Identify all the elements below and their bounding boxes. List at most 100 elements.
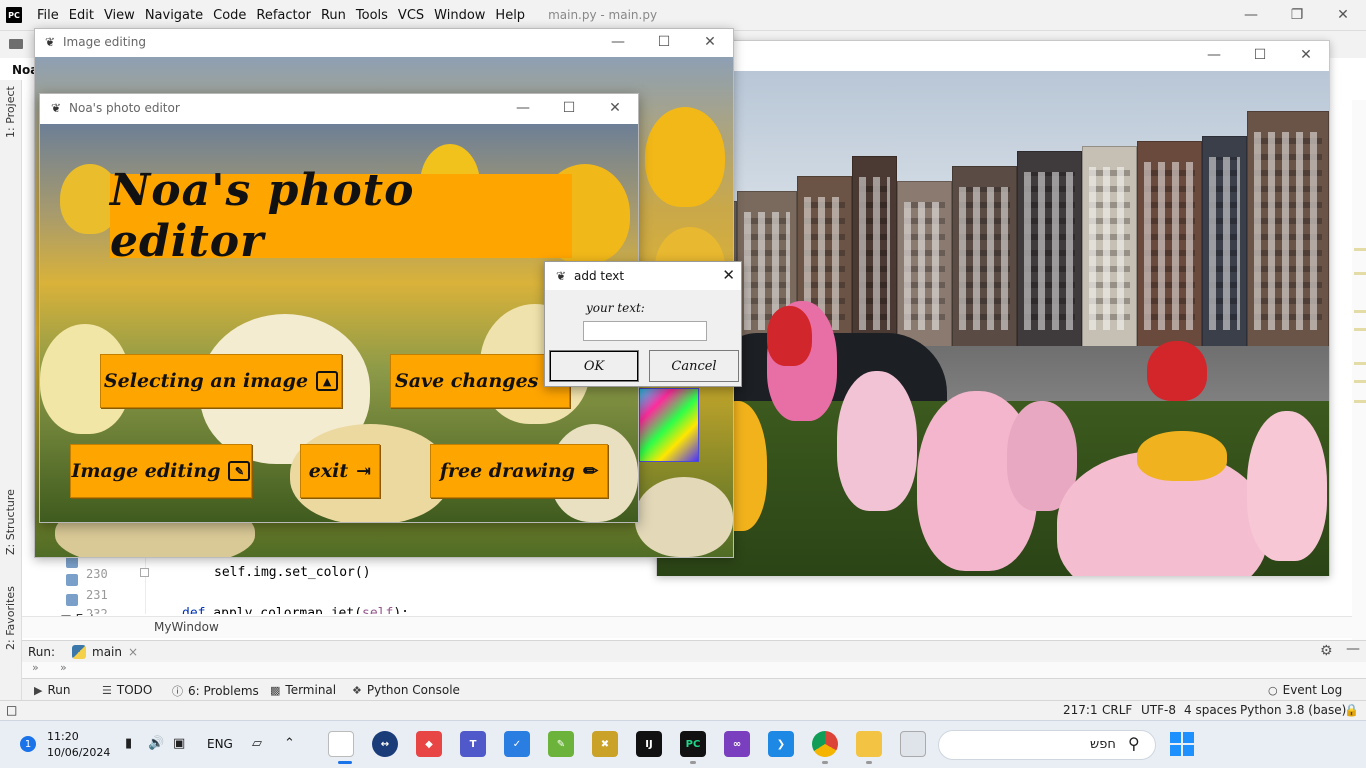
maximize-icon[interactable]: ☐ bbox=[641, 29, 687, 55]
tool-tab-todo[interactable]: ☰ TODO bbox=[102, 683, 152, 697]
chrome-app-icon[interactable] bbox=[812, 731, 838, 757]
chevron-up-icon[interactable]: ⌃ bbox=[284, 736, 295, 751]
todo-app-icon[interactable]: ✓ bbox=[504, 731, 530, 757]
gear-icon[interactable]: ⚙ bbox=[1320, 643, 1333, 659]
close-icon[interactable]: ✕ bbox=[722, 266, 735, 284]
code-line[interactable]: def apply_colormap_jet(self): bbox=[182, 606, 409, 614]
marker bbox=[1354, 272, 1366, 275]
minimize-icon[interactable]: — bbox=[1191, 41, 1237, 69]
list-icon: ☰ bbox=[102, 683, 112, 697]
taskbar-search[interactable] bbox=[938, 730, 1156, 760]
tool-tab-python-console[interactable]: ❖ Python Console bbox=[352, 683, 460, 697]
exit-button[interactable]: exit ⇥ bbox=[300, 444, 380, 498]
notepad-app-icon[interactable] bbox=[328, 731, 354, 757]
menu-tools[interactable]: Tools bbox=[351, 8, 393, 23]
status-encoding[interactable]: UTF-8 bbox=[1141, 703, 1176, 717]
feather-icon: ❦ bbox=[45, 35, 56, 49]
minimize-icon[interactable]: — bbox=[500, 94, 546, 122]
tool-tab-terminal[interactable]: ▩ Terminal bbox=[270, 683, 336, 697]
run-tab-main[interactable]: main × bbox=[72, 645, 138, 659]
task-view-icon[interactable] bbox=[900, 731, 926, 757]
close-icon[interactable]: ✕ bbox=[1320, 0, 1366, 30]
run-icon: ▶ bbox=[34, 683, 43, 697]
save-changes-button[interactable]: Save changes bbox=[390, 354, 570, 408]
status-position[interactable]: 217:1 bbox=[1063, 703, 1098, 717]
file-explorer-app-icon[interactable] bbox=[856, 731, 882, 757]
menu-run[interactable]: Run bbox=[316, 8, 351, 23]
tool-tab-favorites[interactable]: 2: Favorites bbox=[4, 586, 17, 650]
add-text-titlebar[interactable]: ❦ add text ✕ bbox=[545, 262, 741, 290]
menu-edit[interactable]: Edit bbox=[64, 8, 99, 23]
gutter-divider bbox=[145, 556, 146, 614]
tool-tab-run[interactable]: ▶ Run bbox=[34, 683, 70, 697]
editor-scroll-markers[interactable] bbox=[1352, 100, 1366, 640]
close-icon[interactable]: ✕ bbox=[687, 29, 733, 55]
tulip bbox=[1147, 341, 1207, 401]
panel-toggle-icon[interactable]: □ bbox=[6, 703, 17, 717]
pycharm-app-icon[interactable]: PC bbox=[680, 731, 706, 757]
clock[interactable]: 11:20 10/06/2024 bbox=[47, 729, 110, 761]
close-icon[interactable]: × bbox=[128, 645, 138, 659]
search-icon: ○ bbox=[1268, 683, 1278, 697]
line-number: 230 bbox=[86, 567, 108, 581]
tool-tab-problems[interactable]: ⓘ 6: Problems bbox=[172, 683, 259, 699]
double-chevron-icon[interactable]: » bbox=[60, 661, 67, 674]
restore-icon[interactable]: ❐ bbox=[1274, 0, 1320, 30]
folder-icon[interactable] bbox=[9, 39, 23, 49]
menu-view[interactable]: View bbox=[99, 8, 140, 23]
select-image-button[interactable]: Selecting an image ▲ bbox=[100, 354, 342, 408]
status-indent[interactable]: 4 spaces bbox=[1184, 703, 1237, 717]
tulip bbox=[837, 371, 917, 511]
exit-label: exit bbox=[308, 460, 349, 482]
image-editing-button[interactable]: Image editing ✎ bbox=[70, 444, 252, 498]
teams-app-icon[interactable]: T bbox=[460, 731, 486, 757]
tools-app-icon[interactable]: ✖ bbox=[592, 731, 618, 757]
maximize-icon[interactable]: ☐ bbox=[1237, 41, 1283, 69]
cancel-button[interactable]: Cancel bbox=[649, 350, 739, 382]
anydesk-app-icon[interactable]: ◆ bbox=[416, 731, 442, 757]
notes-app-icon[interactable]: ✎ bbox=[548, 731, 574, 757]
fold-icon[interactable] bbox=[140, 568, 149, 577]
visual-studio-app-icon[interactable]: ∞ bbox=[724, 731, 750, 757]
status-line-separator[interactable]: CRLF bbox=[1102, 703, 1132, 717]
volume-icon[interactable]: 🔊 bbox=[148, 736, 164, 751]
lock-icon[interactable]: 🔒 bbox=[1344, 703, 1359, 717]
ok-button[interactable]: OK bbox=[549, 350, 639, 382]
menu-help[interactable]: Help bbox=[490, 8, 530, 23]
tool-tab-project[interactable]: 1: Project bbox=[4, 86, 17, 138]
event-log[interactable]: ○ Event Log bbox=[1268, 683, 1342, 697]
status-interpreter[interactable]: Python 3.8 (base) bbox=[1240, 703, 1346, 717]
intellij-app-icon[interactable]: IJ bbox=[636, 731, 662, 757]
vscode-app-icon[interactable]: ❯ bbox=[768, 731, 794, 757]
menu-navigate[interactable]: Navigate bbox=[140, 8, 208, 23]
battery-icon[interactable]: ▮ bbox=[125, 736, 132, 751]
code-self: self bbox=[362, 606, 394, 614]
image-preview-titlebar[interactable]: — ☐ ✕ bbox=[657, 41, 1329, 69]
menu-vcs[interactable]: VCS bbox=[393, 8, 429, 23]
text-input[interactable] bbox=[583, 321, 707, 341]
code-line[interactable]: self.img.set_color() bbox=[214, 565, 371, 580]
tool-tab-structure[interactable]: Z: Structure bbox=[4, 489, 17, 555]
colormap-thumbnail bbox=[639, 388, 699, 462]
free-drawing-button[interactable]: free drawing ✏ bbox=[430, 444, 608, 498]
language-indicator[interactable]: ENG bbox=[207, 737, 233, 751]
menu-refactor[interactable]: Refactor bbox=[251, 8, 316, 23]
teamviewer-app-icon[interactable]: ↔ bbox=[372, 731, 398, 757]
breadcrumb[interactable]: MyWindow bbox=[154, 620, 219, 634]
menu-file[interactable]: File bbox=[32, 8, 64, 23]
double-chevron-icon[interactable]: » bbox=[32, 661, 39, 674]
photo-building bbox=[852, 156, 897, 351]
minimize-icon[interactable]: — bbox=[595, 29, 641, 55]
minimize-icon[interactable]: — bbox=[1346, 641, 1360, 657]
close-icon[interactable]: ✕ bbox=[1283, 41, 1329, 69]
notification-badge[interactable]: 1 bbox=[20, 736, 36, 752]
windows-start-icon[interactable] bbox=[1170, 732, 1194, 756]
network-icon[interactable]: ▣ bbox=[173, 736, 185, 751]
minimize-icon[interactable]: — bbox=[1228, 0, 1274, 30]
maximize-icon[interactable]: ☐ bbox=[546, 94, 592, 122]
active-indicator bbox=[338, 761, 352, 764]
close-icon[interactable]: ✕ bbox=[592, 94, 638, 122]
menu-code[interactable]: Code bbox=[208, 8, 251, 23]
menu-window[interactable]: Window bbox=[429, 8, 490, 23]
usb-icon[interactable]: ▱ bbox=[252, 736, 262, 751]
